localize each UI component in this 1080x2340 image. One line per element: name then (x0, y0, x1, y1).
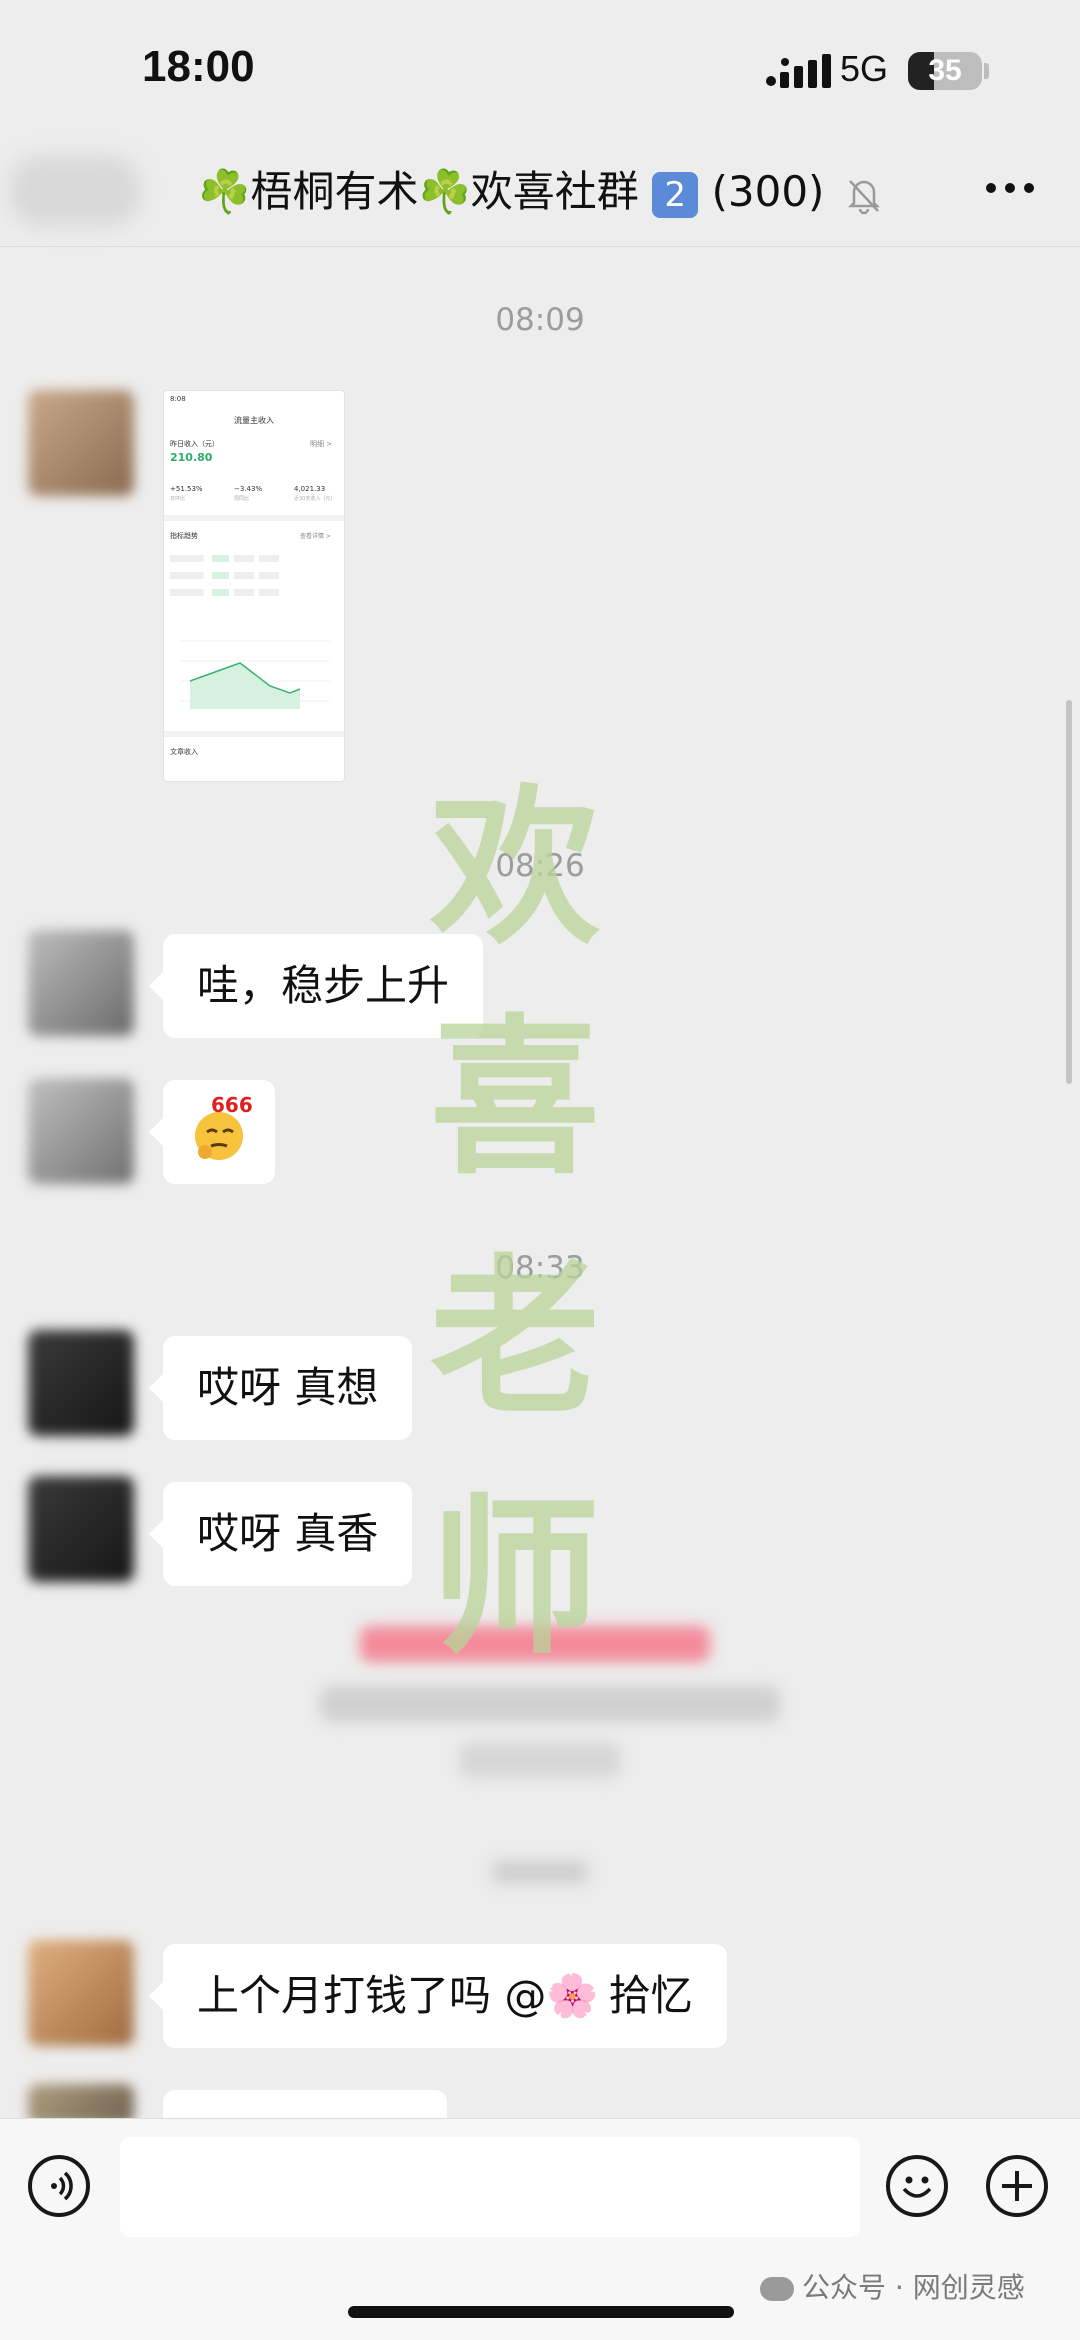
mini-stat: +51.53% (170, 485, 203, 493)
message-text: 上个月打钱了吗 @ (197, 1971, 547, 2020)
mini-stat: −3.43% (234, 485, 263, 493)
blurred-notice (360, 1626, 710, 1662)
mini-title: 流量主收入 (234, 416, 274, 425)
mini-yesterday-label: 昨日收入（元） (170, 440, 219, 448)
status-time: 18:00 (142, 42, 255, 91)
blurred-timestamp (492, 1860, 588, 1884)
status-bar: 18:00 5G 35 (0, 0, 1080, 130)
member-count: (300) (711, 167, 825, 216)
source-text: 公众号 · 网创灵感 (802, 2271, 1025, 2304)
group-index-badge: 2 (652, 171, 699, 218)
avatar[interactable] (28, 1940, 134, 2046)
avatar[interactable] (28, 390, 134, 496)
mini-trend-label: 指标趋势 (170, 532, 198, 540)
image-message[interactable]: 8:08 流量主收入 昨日收入（元） 明细 > 210.80 +51.53% −… (163, 390, 345, 782)
mini-divider (164, 515, 344, 521)
mini-line-chart (180, 640, 330, 709)
more-icon[interactable] (985, 158, 1035, 218)
text-message[interactable]: 哎呀 真香 (148, 1482, 413, 1586)
plus-icon (1002, 2171, 1032, 2201)
blurred-notice (320, 1686, 780, 1722)
battery-tip (984, 63, 989, 79)
mini-stat-label: 日环比 (170, 496, 186, 502)
emoji-button[interactable] (886, 2155, 948, 2217)
avatar[interactable] (28, 1476, 134, 1582)
plus-button[interactable] (986, 2155, 1048, 2217)
chat-title: ☘️梧桐有术☘️欢喜社群 2 (300) (0, 158, 1080, 219)
signal-icon (766, 54, 831, 88)
blurred-notice (460, 1742, 620, 1778)
emoji-icon (902, 2176, 932, 2198)
group-name: ☘️梧桐有术☘️欢喜社群 (198, 167, 639, 216)
battery-level: 35 (928, 54, 962, 87)
source-watermark: 公众号 · 网创灵感 (760, 2266, 1025, 2306)
mini-stat-label: 周同比 (234, 496, 250, 502)
battery-icon: 35 (908, 52, 982, 90)
mini-detail-link: 明细 > (310, 440, 333, 448)
mute-icon (847, 179, 880, 214)
emoji-tag: 666 (211, 1093, 253, 1117)
mini-yesterday-value: 210.80 (170, 451, 213, 464)
mini-stat: 4,021.33 (294, 485, 326, 493)
avatar[interactable] (28, 1330, 134, 1436)
text-message[interactable]: 哎呀 真想 (148, 1336, 413, 1440)
voice-button[interactable] (28, 2155, 90, 2217)
mini-trend-link: 查看详情 > (300, 533, 331, 540)
emoji-message[interactable]: 666 (149, 1080, 275, 1184)
text-message[interactable] (163, 2090, 447, 2120)
mini-divider (164, 731, 344, 737)
network-type: 5G (840, 48, 889, 89)
timestamp: 08:26 (495, 848, 585, 884)
timestamp: 08:09 (495, 302, 585, 338)
watermark-char: 老 (430, 1238, 601, 1438)
voice-icon (51, 2171, 73, 2201)
avatar[interactable] (28, 930, 134, 1036)
mini-stat-label: 近30天收入（元） (294, 496, 336, 502)
home-indicator[interactable] (348, 2306, 734, 2318)
mini-status-time: 8:08 (170, 395, 186, 403)
avatar[interactable] (28, 1078, 134, 1184)
chat-header: ☘️梧桐有术☘️欢喜社群 2 (300) (0, 130, 1080, 247)
mini-filter-rows (170, 551, 338, 606)
text-message[interactable]: 哇，稳步上升 (148, 934, 484, 1038)
mini-section-footer: 文章收入 (170, 748, 198, 756)
text-message[interactable]: 上个月打钱了吗 @🌸 拾忆 (149, 1944, 727, 2048)
message-input[interactable] (120, 2137, 860, 2237)
scrollbar[interactable] (1066, 700, 1072, 1084)
timestamp: 08:33 (495, 1250, 585, 1286)
mention-name: 拾忆 (608, 1971, 693, 2020)
wechat-icon (760, 2277, 794, 2301)
cherry-blossom-icon: 🌸 (546, 1971, 599, 2020)
